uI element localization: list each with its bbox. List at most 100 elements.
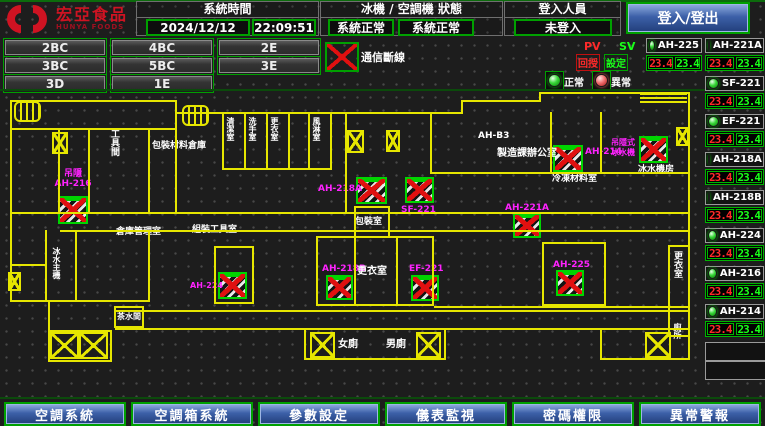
- wall-segment: [10, 264, 47, 266]
- device-row-sf-221[interactable]: SF-221: [705, 76, 764, 91]
- wall-segment: [316, 236, 434, 238]
- nav-params-wrap: 參數設定: [258, 402, 380, 426]
- nav-ahu-system[interactable]: 空調箱系統: [133, 404, 251, 424]
- stair-icon: [182, 105, 209, 126]
- room-label-air-shower: 風淋室: [311, 117, 322, 159]
- floor-button-2e[interactable]: 2E: [219, 40, 319, 55]
- nav-ahu-wrap: 空調箱系統: [131, 402, 253, 426]
- nav-hvac-wrap: 空調系統: [4, 402, 126, 426]
- device-row-ah-221a[interactable]: AH-221A: [705, 38, 764, 53]
- abnormal-led-wrap: [592, 71, 611, 90]
- room-label-packing: 包裝室: [355, 217, 382, 227]
- room-label-clean: 清潔室: [225, 117, 236, 159]
- device-sv-value[interactable]: 23.4: [675, 57, 700, 69]
- normal-led-icon: [548, 74, 561, 87]
- wall-segment: [288, 112, 290, 170]
- ahu-unit-ah-221a[interactable]: [513, 213, 541, 238]
- pv-label: PV: [584, 40, 601, 53]
- floor-button-5bc[interactable]: 5BC: [112, 58, 212, 73]
- device-name: AH-225: [658, 40, 699, 51]
- nav-abnormal-alarm[interactable]: 異常警報: [641, 404, 759, 424]
- floor-button-2bc[interactable]: 2BC: [5, 40, 105, 55]
- wall-segment: [222, 168, 332, 170]
- ahu-unit-ah-218b[interactable]: [326, 275, 353, 300]
- ahu-unit-ah-216[interactable]: [58, 196, 88, 224]
- wall-segment: [10, 300, 150, 302]
- device-row-ah-225[interactable]: AH-225: [646, 38, 702, 53]
- wall-segment: [396, 236, 398, 306]
- door-x-icon: [676, 127, 689, 146]
- device-pv-value: 23.4: [707, 57, 734, 69]
- room-label-locker-mid: 更衣室: [357, 267, 387, 277]
- system-time-label: 系統時間: [137, 2, 318, 18]
- wall-segment: [434, 306, 688, 308]
- ahu-unit-ef-221[interactable]: [411, 275, 439, 301]
- ahu-unit-ah-214[interactable]: [553, 145, 583, 172]
- wall-segment: [115, 328, 688, 330]
- door-x-icon: [50, 332, 79, 359]
- floor-button-2bc-wrap: 2BC: [3, 38, 107, 57]
- floor-button-3bc[interactable]: 3BC: [5, 58, 105, 73]
- wall-segment: [354, 206, 390, 208]
- nav-password-auth[interactable]: 密碼權限: [514, 404, 632, 424]
- brand-name-en: HUNYA FOODS: [56, 23, 128, 31]
- room-label-washing: 洗手室: [247, 117, 258, 159]
- hunya-logo-icon: [6, 4, 52, 34]
- ahu-unit-sf-221[interactable]: [405, 177, 434, 203]
- device-values-ah-221a: 23.423.4: [705, 55, 764, 71]
- wall-segment: [148, 230, 150, 302]
- wall-segment: [175, 112, 177, 214]
- nav-meter-monitor[interactable]: 儀表監視: [387, 404, 505, 424]
- door-x-icon: [8, 272, 21, 291]
- wall-segment: [244, 112, 246, 170]
- room-label-locker-small: 更衣室: [269, 117, 280, 159]
- device-status-led: [708, 78, 719, 89]
- wall-segment: [316, 236, 318, 306]
- ahu-unit-chiller[interactable]: [639, 136, 668, 163]
- door-x-icon: [79, 332, 108, 359]
- wall-segment: [668, 245, 688, 247]
- device-status-led: [649, 40, 655, 51]
- wall-segment: [214, 246, 216, 304]
- wall-segment: [214, 246, 254, 248]
- normal-label: 正常: [564, 74, 584, 89]
- footer-separator: [0, 397, 765, 399]
- floor-button-4bc[interactable]: 4BC: [112, 40, 212, 55]
- wall-segment: [10, 100, 12, 217]
- wall-segment: [354, 206, 356, 238]
- wall-segment: [600, 358, 688, 360]
- wall-segment: [444, 328, 446, 360]
- wall-segment: [316, 304, 434, 306]
- unit-label-ah-224: AH-224: [190, 281, 223, 291]
- wall-segment: [304, 328, 306, 360]
- wall-segment: [148, 128, 150, 214]
- room-label-tools: 工具間: [108, 129, 119, 177]
- room-label-women-toilet: 女廁: [338, 340, 358, 350]
- wall-segment: [604, 242, 606, 306]
- room-label-locker-right: 更衣室: [671, 251, 682, 291]
- wall-segment: [252, 246, 254, 304]
- ahu-unit-ah-225[interactable]: [556, 270, 584, 296]
- wall-segment: [430, 172, 552, 174]
- room-label-packing-storage: 包裝材料倉庫: [152, 141, 206, 151]
- nav-parameter-settings[interactable]: 參數設定: [260, 404, 378, 424]
- floor-button-4bc-wrap: 4BC: [110, 38, 214, 57]
- device-name: AH-221A: [713, 40, 762, 51]
- floor-button-3e-wrap: 3E: [217, 56, 321, 75]
- floor-button-3e[interactable]: 3E: [219, 58, 319, 73]
- door-x-icon: [645, 332, 671, 358]
- room-label-office: 製造課辦公室: [497, 149, 557, 159]
- brand-name: 宏亞食品: [56, 7, 128, 23]
- login-logout-button[interactable]: 登入/登出: [628, 4, 748, 32]
- room-label-men-toilet: 男廁: [386, 340, 406, 350]
- unit-label-ef-221: EF-221: [409, 264, 444, 274]
- nav-hvac-system[interactable]: 空調系統: [6, 404, 124, 424]
- floor-button-2e-wrap: 2E: [217, 38, 321, 57]
- sv-label: SV: [619, 40, 635, 53]
- system-date-value: 2024/12/12: [146, 19, 250, 36]
- device-sv-value[interactable]: 23.4: [736, 57, 763, 69]
- login-user-label: 登入人員: [505, 2, 620, 18]
- wall-segment: [668, 306, 688, 308]
- room-label-warehouse-mgmt: 倉庫管理室: [116, 227, 161, 237]
- ahu-status-value: 系統正常: [398, 19, 474, 36]
